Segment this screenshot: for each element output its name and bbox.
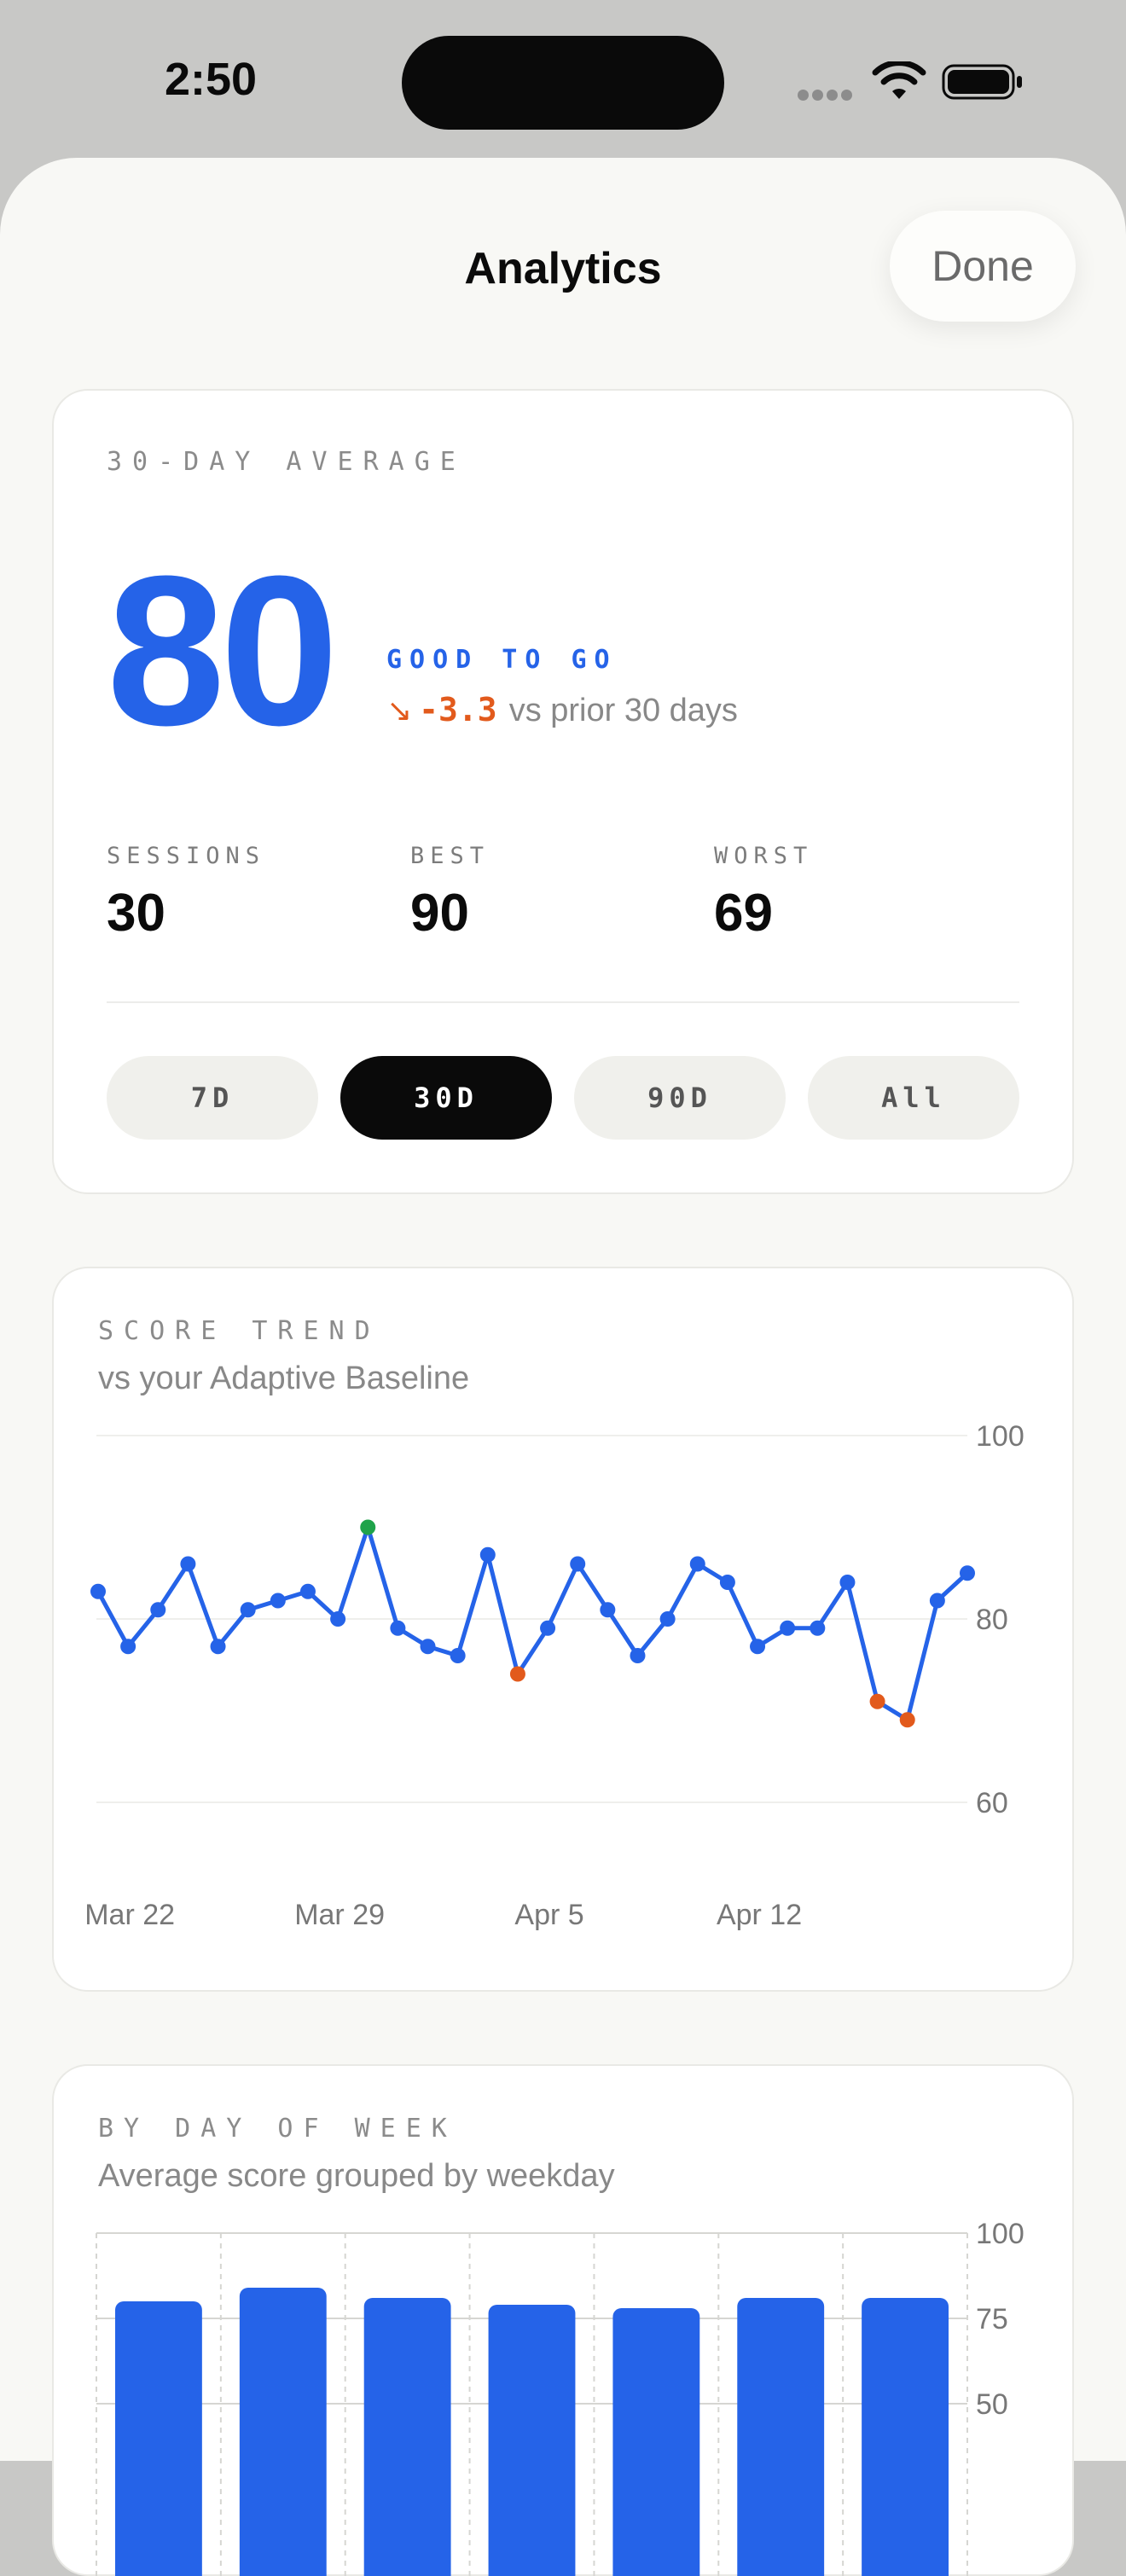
stat-label: BEST xyxy=(410,843,490,869)
data-point xyxy=(570,1556,586,1572)
data-point xyxy=(270,1593,286,1609)
y-tick-label: 80 xyxy=(976,1604,1008,1636)
stat-label: WORST xyxy=(714,843,814,869)
cellular-signal-icon xyxy=(798,90,856,105)
data-point xyxy=(780,1620,796,1636)
data-point-low xyxy=(509,1666,525,1682)
stat-worst: WORST 69 xyxy=(714,843,813,943)
average-score: 80 xyxy=(107,531,339,769)
average-eyebrow: 30-DAY AVERAGE xyxy=(107,447,466,477)
data-point xyxy=(150,1602,166,1618)
data-point xyxy=(299,1583,316,1599)
weekday-bar xyxy=(363,2298,451,2576)
data-point xyxy=(210,1639,226,1655)
data-point xyxy=(689,1556,705,1572)
data-point xyxy=(330,1611,346,1627)
data-point xyxy=(600,1602,616,1618)
analytics-sheet: Analytics Done 30-DAY AVERAGE 80 GOOD TO… xyxy=(0,158,1126,2576)
data-point xyxy=(750,1639,766,1655)
x-tick-label: Apr 5 xyxy=(514,1899,583,1931)
data-point xyxy=(630,1648,646,1663)
range-90d[interactable]: 90D xyxy=(574,1056,786,1140)
weekday-bar xyxy=(737,2298,825,2576)
average-card: 30-DAY AVERAGE 80 GOOD TO GO ↘ -3.3 vs pri… xyxy=(52,389,1074,1194)
data-point xyxy=(839,1575,856,1590)
dynamic-island xyxy=(402,36,724,130)
status-time: 2:50 xyxy=(165,54,258,105)
weekday-bar xyxy=(115,2301,202,2576)
data-point xyxy=(240,1602,256,1618)
trend-down-icon: ↘ xyxy=(386,693,413,728)
data-point xyxy=(90,1583,106,1599)
delta-row: ↘ -3.3 vs prior 30 days xyxy=(386,691,738,729)
data-point xyxy=(420,1639,436,1655)
stat-value: 69 xyxy=(714,884,773,943)
weekday-bar xyxy=(862,2298,949,2576)
data-point xyxy=(120,1639,136,1655)
data-point xyxy=(479,1546,496,1563)
delta-value: -3.3 xyxy=(419,691,497,728)
weekday-bar xyxy=(488,2305,576,2576)
score-trend-card: SCORE TREND vs your Adaptive Baseline 10… xyxy=(52,1267,1074,1992)
data-point xyxy=(960,1565,975,1581)
stat-value: 30 xyxy=(107,884,165,943)
data-point-low xyxy=(869,1693,885,1709)
range-all[interactable]: All xyxy=(808,1056,1019,1140)
y-tick-label: 75 xyxy=(976,2303,1008,2335)
data-point xyxy=(810,1620,826,1636)
weekday-bar xyxy=(612,2308,700,2576)
data-point-low xyxy=(899,1712,915,1728)
x-tick-label: Apr 12 xyxy=(717,1899,802,1931)
weekday-bar-chart: 100 75 50 xyxy=(96,2218,1024,2576)
range-30d[interactable]: 30D xyxy=(340,1056,552,1140)
divider xyxy=(107,1001,1019,1003)
weekday-bar xyxy=(239,2288,327,2576)
data-point xyxy=(180,1556,196,1572)
y-tick-label: 100 xyxy=(976,1420,1024,1453)
y-tick-label: 50 xyxy=(976,2388,1008,2421)
delta-suffix: vs prior 30 days xyxy=(508,693,738,728)
range-7d[interactable]: 7D xyxy=(107,1056,318,1140)
data-point xyxy=(540,1620,556,1636)
weekday-card: BY DAY OF WEEK Average score grouped by … xyxy=(52,2064,1074,2576)
y-tick-label: 60 xyxy=(976,1787,1008,1819)
score-trend-chart: 100 80 60 Mar 22 Mar 29 Apr 5 Apr 12 xyxy=(84,1420,1024,1931)
x-tick-label: Mar 29 xyxy=(294,1899,385,1931)
data-point xyxy=(719,1575,735,1590)
stat-value: 90 xyxy=(410,884,469,943)
data-point xyxy=(929,1593,945,1609)
wifi-icon xyxy=(872,61,926,99)
data-point xyxy=(450,1648,466,1663)
stat-sessions: SESSIONS 30 xyxy=(107,843,265,943)
battery-icon xyxy=(942,64,1022,100)
data-point xyxy=(659,1611,676,1627)
stat-label: SESSIONS xyxy=(107,843,266,869)
data-point xyxy=(390,1620,406,1636)
stat-best: BEST 90 xyxy=(410,843,490,943)
data-point-best xyxy=(360,1519,376,1535)
score-series-line xyxy=(96,1525,970,1722)
done-button[interactable]: Done xyxy=(890,211,1076,322)
y-tick-label: 100 xyxy=(976,2218,1024,2250)
x-tick-label: Mar 22 xyxy=(84,1899,175,1931)
readiness-status: GOOD TO GO xyxy=(386,645,618,675)
